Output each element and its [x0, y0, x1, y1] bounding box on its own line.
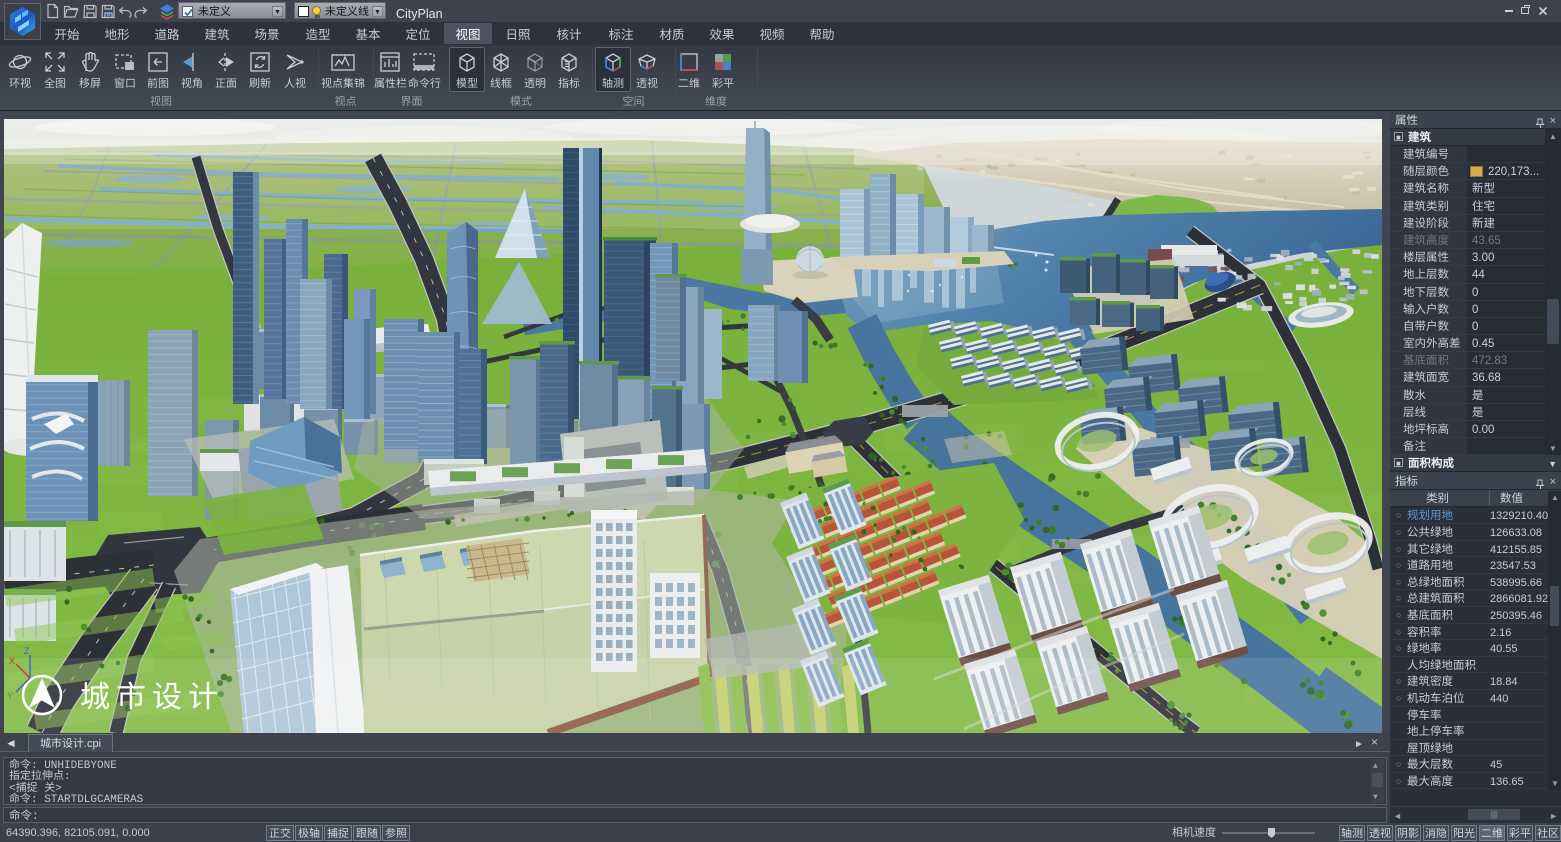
- svg-text:X: X: [9, 654, 15, 667]
- svg-text:Z: Z: [24, 644, 30, 657]
- svg-text:城市设计: 城市设计: [80, 672, 224, 716]
- svg-text:Y: Y: [7, 689, 13, 702]
